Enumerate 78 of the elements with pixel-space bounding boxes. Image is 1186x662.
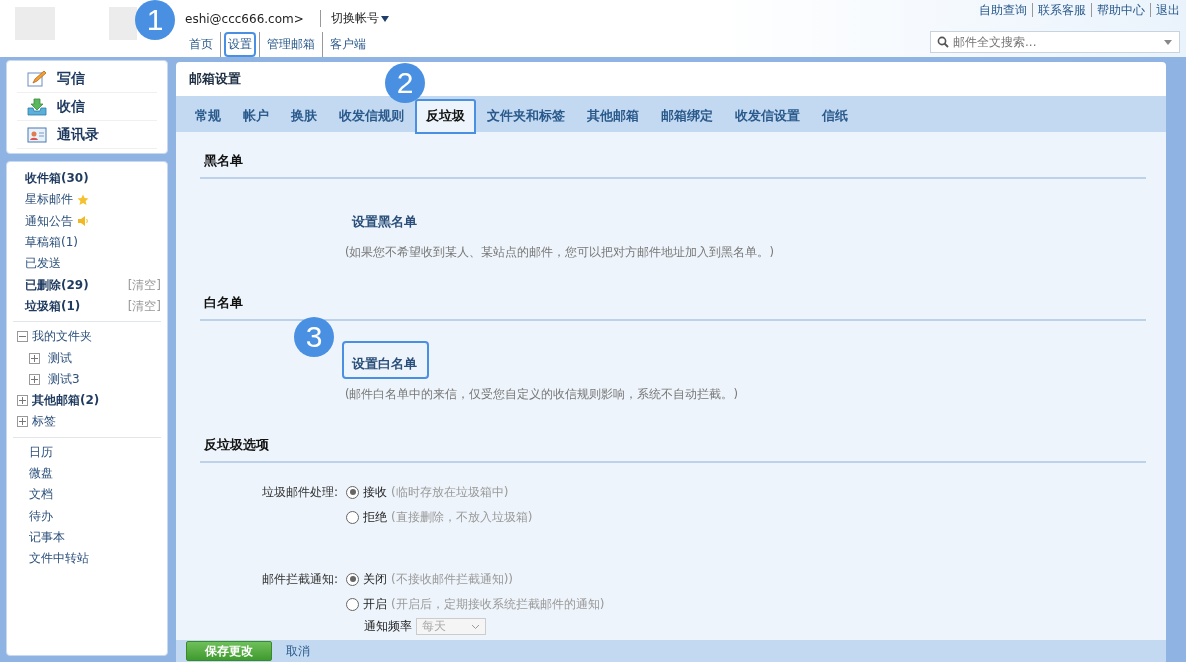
header-link[interactable]: 退出	[1150, 3, 1180, 17]
header-link[interactable]: 自助查询	[979, 3, 1027, 17]
nav-link[interactable]: 管理邮箱	[263, 32, 319, 57]
tree-toggle-icon[interactable]	[29, 373, 40, 385]
settings-tab[interactable]: 换肤	[280, 99, 328, 134]
settings-tab[interactable]: 文件夹和标签	[476, 99, 576, 134]
option-label: 垃圾邮件处理:	[260, 484, 339, 501]
account-address: eshi@ccc666.com>	[185, 11, 304, 26]
radio-option[interactable]: 接收 (临时存放在垃圾箱中)	[346, 481, 533, 503]
settings-tab[interactable]: 邮箱绑定	[650, 99, 724, 134]
callout-number: 2	[385, 63, 425, 103]
folder-item[interactable]: 草稿箱(1)	[25, 234, 78, 252]
folder-item[interactable]: 收件箱(30)	[25, 170, 89, 188]
tool-item[interactable]: 日历	[29, 443, 53, 461]
description-text: (邮件白名单中的来信，仅受您自定义的收信规则影响，系统不自动拦截。)	[345, 387, 739, 402]
frequency-label: 通知频率	[364, 618, 412, 635]
section-heading: 黑名单	[200, 146, 1146, 179]
star-icon	[77, 193, 89, 206]
header-link[interactable]: 联系客服	[1032, 3, 1086, 17]
tool-item[interactable]: 文档	[29, 486, 53, 504]
callout-number: 1	[135, 0, 175, 40]
settings-title: 邮箱设置	[189, 71, 241, 86]
tool-item[interactable]: 文件中转站	[29, 550, 89, 568]
settings-tab[interactable]: 收发信设置	[724, 99, 811, 134]
tree-toggle-icon[interactable]	[17, 331, 28, 343]
speaker-icon	[77, 215, 89, 228]
switch-account-link[interactable]: 切换帐号	[319, 10, 379, 27]
folder-item[interactable]: 测试3	[48, 370, 80, 388]
settings-link[interactable]: 设置白名单	[342, 341, 429, 379]
action-item[interactable]: 写信	[17, 65, 157, 93]
option-label: 邮件拦截通知:	[260, 571, 339, 588]
radio-button[interactable]	[346, 510, 359, 524]
action-item[interactable]: 收信	[17, 93, 157, 121]
settings-tab[interactable]: 常规	[184, 99, 232, 134]
radio-button[interactable]	[346, 597, 359, 611]
nav-link[interactable]: 首页	[185, 32, 217, 57]
search-field[interactable]: 邮件全文搜索...	[930, 31, 1180, 53]
folder-item[interactable]: 已删除(29)	[25, 276, 89, 294]
tree-toggle-icon[interactable]	[17, 416, 28, 428]
inbox-icon	[27, 97, 47, 116]
chevron-down-icon	[471, 623, 480, 630]
avatar-placeholder	[109, 7, 137, 40]
tool-item[interactable]: 待办	[29, 507, 53, 525]
folder-item[interactable]: 星标邮件	[25, 191, 73, 209]
tool-item[interactable]: 记事本	[29, 528, 65, 546]
action-item[interactable]: 通讯录	[17, 121, 157, 149]
settings-tab[interactable]: 信纸	[811, 99, 859, 134]
pencil-icon	[27, 69, 47, 88]
header-link[interactable]: 帮助中心	[1091, 3, 1145, 17]
settings-link[interactable]: 设置黑名单	[342, 199, 429, 237]
radio-option[interactable]: 关闭 (不接收邮件拦截通知))	[346, 568, 605, 590]
radio-option[interactable]: 拒绝 (直接删除，不放入垃圾箱)	[346, 506, 533, 528]
dropdown-caret-icon	[1164, 40, 1172, 45]
settings-tab[interactable]: 帐户	[232, 99, 280, 134]
cancel-link[interactable]: 取消	[286, 642, 310, 660]
folder-item[interactable]: 已发送	[25, 255, 61, 273]
tool-item[interactable]: 微盘	[29, 465, 53, 482]
folder-item[interactable]: 其他邮箱(2)	[32, 392, 100, 410]
folder-item[interactable]: 通知公告	[25, 212, 73, 230]
folder-item[interactable]: 标签	[32, 413, 56, 431]
folder-item[interactable]: 我的文件夹	[32, 328, 92, 346]
description-text: (如果您不希望收到某人、某站点的邮件，您可以把对方邮件地址加入到黑名单。)	[345, 245, 775, 260]
radio-button[interactable]	[346, 485, 359, 499]
section-heading: 白名单	[200, 288, 1146, 321]
radio-option[interactable]: 开启 (开启后，定期接收系统拦截邮件的通知)	[346, 593, 605, 615]
folder-item[interactable]: 垃圾箱(1)	[25, 297, 81, 315]
callout-number: 3	[294, 317, 334, 357]
caret-icon	[380, 15, 389, 22]
tree-toggle-icon[interactable]	[17, 395, 28, 407]
search-icon	[937, 36, 949, 48]
settings-tab[interactable]: 其他邮箱	[576, 99, 650, 134]
folder-item[interactable]: 测试	[48, 349, 72, 367]
radio-button[interactable]	[346, 572, 359, 586]
contact-card-icon	[27, 126, 47, 143]
tree-toggle-icon[interactable]	[29, 352, 40, 364]
nav-link[interactable]: 客户端	[326, 32, 370, 57]
settings-tab[interactable]: 反垃圾	[415, 99, 476, 134]
section-heading: 反垃圾选项	[200, 430, 1146, 463]
